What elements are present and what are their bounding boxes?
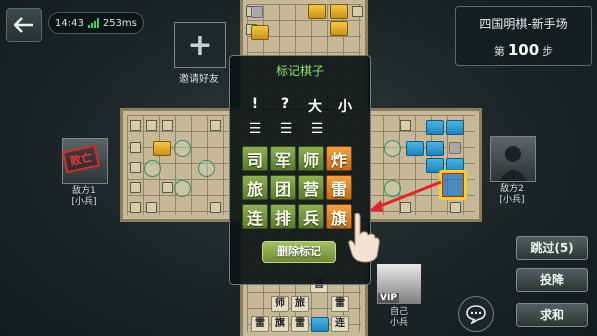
mark-dialog-title: 标记棋子: [275, 64, 324, 78]
own-piece[interactable]: 旅: [291, 296, 309, 312]
delete-mark-button[interactable]: 删除标记: [262, 241, 336, 263]
mark-tile-division[interactable]: 师: [298, 146, 324, 171]
own-piece[interactable]: 雷: [331, 296, 349, 312]
tutorial-hand-icon: [348, 212, 380, 263]
dash-row: ☰ ☰ ☰: [242, 121, 330, 137]
own-piece-hidden[interactable]: [311, 317, 329, 332]
mark-tile-regiment[interactable]: 团: [270, 175, 296, 200]
mark-tile-platoon[interactable]: 排: [270, 204, 296, 229]
mark-tile-commander[interactable]: 司: [242, 146, 268, 171]
surrender-button[interactable]: 投降: [516, 268, 588, 292]
mark-tile-brigade[interactable]: 旅: [242, 175, 268, 200]
request-draw-button[interactable]: 求和: [516, 303, 588, 327]
mark-tile-engineer[interactable]: 兵: [298, 204, 324, 229]
own-piece[interactable]: 连: [331, 316, 349, 332]
own-piece[interactable]: 雷: [291, 316, 309, 332]
mark-dash-2[interactable]: ☰: [273, 121, 299, 137]
chat-bubble-icon: [466, 305, 486, 324]
skip-turn-button[interactable]: 跳过(5): [516, 236, 588, 260]
mark-dash-1[interactable]: ☰: [242, 121, 268, 137]
mark-tile-bomb[interactable]: 炸: [326, 146, 352, 171]
mark-tile-mine[interactable]: 雷: [326, 175, 352, 200]
mark-tile-company[interactable]: 连: [242, 204, 268, 229]
piece-rank-grid: 司 军 师 炸 旅 团 营 雷 连 排 兵 旗: [242, 146, 352, 229]
mark-question[interactable]: ?: [272, 96, 298, 116]
chat-button[interactable]: [458, 296, 494, 332]
own-piece[interactable]: 旗: [271, 316, 289, 332]
mark-dash-3[interactable]: ☰: [304, 121, 330, 137]
mark-tile-battalion[interactable]: 营: [298, 175, 324, 200]
mark-exclamation[interactable]: !: [242, 96, 268, 116]
mark-tile-general[interactable]: 军: [270, 146, 296, 171]
mark-small[interactable]: 小: [332, 96, 358, 116]
own-piece[interactable]: 雷: [251, 316, 269, 332]
symbol-row: ! ? 大 小: [242, 96, 358, 116]
mark-big[interactable]: 大: [302, 96, 328, 116]
own-piece[interactable]: 师: [271, 296, 289, 312]
